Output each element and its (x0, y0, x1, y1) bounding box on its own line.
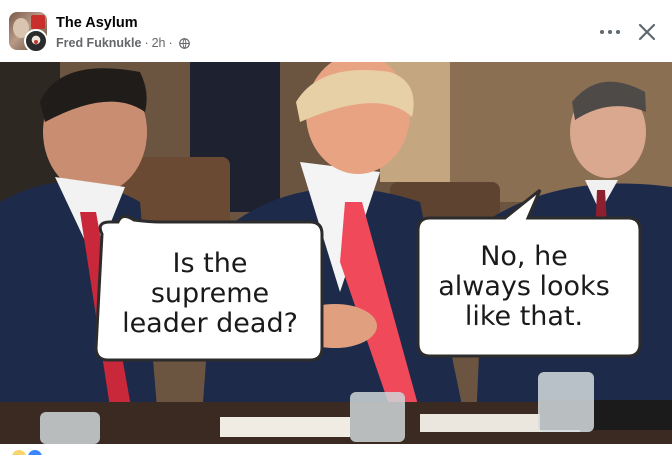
author-avatar-detail (34, 40, 38, 44)
post-meta: Fred Fuknukle · 2h · (56, 36, 190, 50)
post-time-link[interactable]: 2h (152, 36, 166, 50)
author-avatar[interactable] (24, 29, 48, 53)
right-bubble-text: No, he always looks like that. (438, 240, 610, 333)
group-name-link[interactable]: The Asylum (56, 15, 138, 31)
left-bubble-text: Is the supreme leader dead? (122, 247, 298, 340)
more-options-icon[interactable] (598, 22, 622, 42)
reactions-bar (0, 444, 672, 455)
right-bubble-text-area: No, he always looks like that. (412, 222, 636, 352)
post-image[interactable]: Is the supreme leader dead? No, he alway… (0, 62, 672, 444)
group-avatar-accent (31, 15, 45, 29)
author-name-link[interactable]: Fred Fuknukle (56, 36, 141, 50)
meta-separator: · (144, 36, 149, 50)
meta-separator-2: · (168, 36, 173, 50)
left-bubble-text-area: Is the supreme leader dead? (96, 233, 324, 355)
globe-icon (178, 37, 190, 49)
post-header: The Asylum Fred Fuknukle · 2h · (0, 0, 672, 62)
close-icon[interactable] (634, 19, 660, 45)
